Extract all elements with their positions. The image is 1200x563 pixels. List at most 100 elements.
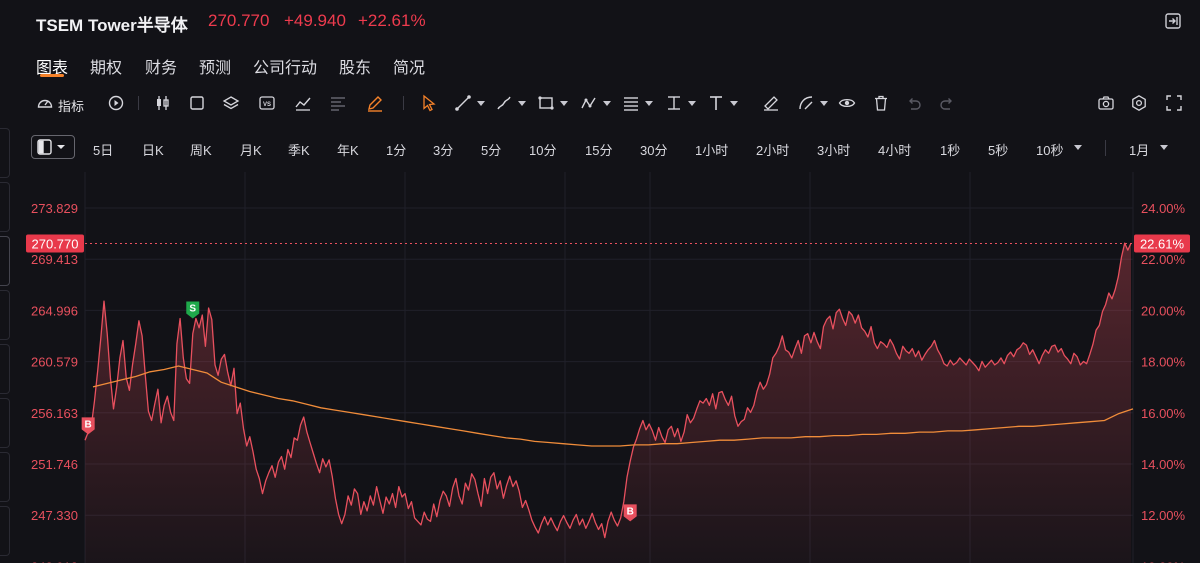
interval-divider (1105, 140, 1106, 156)
candlestick-icon[interactable] (154, 94, 172, 112)
y-axis-tick-label: 273.829 (31, 201, 78, 216)
indicator-label[interactable]: 指标 (58, 96, 84, 115)
tab-options[interactable]: 期权 (90, 54, 122, 78)
interval-bar: 5日 日K 周K 月K 季K 年K 1分 3分 5分 10分 15分 30分 1… (0, 132, 1200, 164)
interval-5d[interactable]: 5日 (93, 140, 113, 159)
chevron-down-icon[interactable] (477, 101, 485, 106)
y-axis-tick-label: 260.579 (31, 355, 78, 370)
y-axis-percent-label: 22.00% (1141, 252, 1186, 267)
redo-icon[interactable] (938, 94, 956, 112)
interval-3min[interactable]: 3分 (433, 140, 453, 159)
marker-label: S (189, 303, 196, 314)
tab-corporate-actions[interactable]: 公司行动 (253, 54, 317, 78)
pattern-icon[interactable] (580, 94, 598, 112)
chevron-down-icon[interactable] (730, 101, 738, 106)
interval-3h[interactable]: 3小时 (817, 140, 850, 159)
interval-1h[interactable]: 1小时 (695, 140, 728, 159)
eraser-line-icon[interactable] (762, 94, 780, 112)
tab-shareholders[interactable]: 股东 (339, 54, 371, 78)
price-chart[interactable]: B S B 273.829 269.413 264.996 260.579 256.163 2… (0, 172, 1200, 563)
interval-10min[interactable]: 10分 (529, 140, 556, 159)
price-change: +49.940 (284, 11, 346, 30)
interval-1min[interactable]: 1分 (386, 140, 406, 159)
tab-financials[interactable]: 财务 (145, 54, 177, 78)
fullscreen-icon[interactable] (1165, 94, 1183, 112)
chevron-down-icon[interactable] (645, 101, 653, 106)
square-icon[interactable] (188, 94, 206, 112)
interval-daily[interactable]: 日K (142, 140, 164, 159)
chevron-down-icon[interactable] (1160, 145, 1168, 150)
price-range-icon[interactable] (665, 94, 683, 112)
vs-icon[interactable]: VS (258, 94, 276, 112)
interval-2h[interactable]: 2小时 (756, 140, 789, 159)
last-price-tag-label: 270.770 (32, 236, 79, 251)
rectangle-icon[interactable] (537, 94, 555, 112)
interval-range-selector[interactable]: 1月 (1129, 140, 1149, 159)
interval-monthly[interactable]: 月K (240, 140, 262, 159)
y-axis-percent-label: 24.00% (1141, 201, 1186, 216)
marker-label: B (627, 506, 634, 517)
undo-icon[interactable] (905, 94, 923, 112)
chevron-down-icon[interactable] (820, 101, 828, 106)
y-axis-percent-label: 16.00% (1141, 406, 1186, 421)
side-panel-item[interactable] (0, 128, 10, 178)
y-axis-percent-label: 18.00% (1141, 355, 1186, 370)
ticker-title: TSEM Tower半导体 (36, 16, 188, 35)
interval-15min[interactable]: 15分 (585, 140, 612, 159)
y-axis-tick-label: 269.413 (31, 252, 78, 267)
chart-compare-icon[interactable] (294, 94, 312, 112)
y-axis-percent-label: 20.00% (1141, 303, 1186, 318)
sell-marker: S (186, 301, 200, 319)
interval-30min[interactable]: 30分 (640, 140, 667, 159)
layers-icon[interactable] (222, 94, 240, 112)
y-axis-percent-label: 12.00% (1141, 508, 1186, 523)
exit-icon[interactable] (1164, 12, 1182, 30)
settings-icon[interactable] (1130, 94, 1148, 112)
interval-10s[interactable]: 10秒 (1036, 140, 1063, 159)
svg-text:VS: VS (263, 102, 271, 108)
price-chart-svg[interactable]: B S B 273.829 269.413 264.996 260.579 256.163 2… (0, 172, 1200, 563)
interval-5s[interactable]: 5秒 (988, 140, 1008, 159)
fib-icon[interactable] (622, 94, 640, 112)
layout-toggle-button[interactable] (31, 135, 75, 159)
pen-icon[interactable] (366, 94, 384, 112)
y-axis-tick-label: 256.163 (31, 406, 78, 421)
tab-profile[interactable]: 简况 (393, 54, 425, 78)
toolbar-divider (138, 96, 139, 110)
chevron-down-icon[interactable] (560, 101, 568, 106)
text-lines-icon[interactable] (329, 94, 347, 112)
toolbar-divider (403, 96, 404, 110)
y-axis-tick-label: 247.330 (31, 508, 78, 523)
y-axis-tick-label: 242.913 (31, 559, 78, 563)
cursor-icon[interactable] (420, 94, 438, 112)
interval-yearly[interactable]: 年K (337, 140, 359, 159)
main-tabs: 图表 期权 财务 预测 公司行动 股东 简况 (0, 44, 1200, 84)
active-tab-indicator (40, 74, 64, 77)
price-change-percent: +22.61% (358, 11, 426, 30)
brush-icon[interactable] (495, 94, 513, 112)
header: TSEM Tower半导体 270.770 +49.940 +22.61% (0, 0, 1200, 44)
y-axis-tick-label: 251.746 (31, 457, 78, 472)
trend-line-icon[interactable] (454, 94, 472, 112)
measure-icon[interactable] (797, 94, 815, 112)
replay-icon[interactable] (107, 94, 125, 112)
last-price: 270.770 (208, 11, 270, 30)
camera-icon[interactable] (1097, 94, 1115, 112)
chevron-down-icon[interactable] (688, 101, 696, 106)
chevron-down-icon[interactable] (1074, 145, 1082, 150)
drawing-toolbar: 指标 VS (0, 88, 1200, 118)
interval-weekly[interactable]: 周K (190, 140, 212, 159)
eye-icon[interactable] (838, 94, 856, 112)
interval-1s[interactable]: 1秒 (940, 140, 960, 159)
text-tool-icon[interactable] (707, 94, 725, 112)
interval-quarterly[interactable]: 季K (288, 140, 310, 159)
interval-5min[interactable]: 5分 (481, 140, 501, 159)
tab-forecast[interactable]: 预测 (199, 54, 231, 78)
gauge-icon[interactable] (36, 94, 54, 112)
marker-label: B (85, 419, 92, 430)
interval-4h[interactable]: 4小时 (878, 140, 911, 159)
trash-icon[interactable] (872, 94, 890, 112)
chevron-down-icon[interactable] (603, 101, 611, 106)
y-axis-percent-label: 10.00% (1141, 559, 1186, 563)
chevron-down-icon[interactable] (518, 101, 526, 106)
